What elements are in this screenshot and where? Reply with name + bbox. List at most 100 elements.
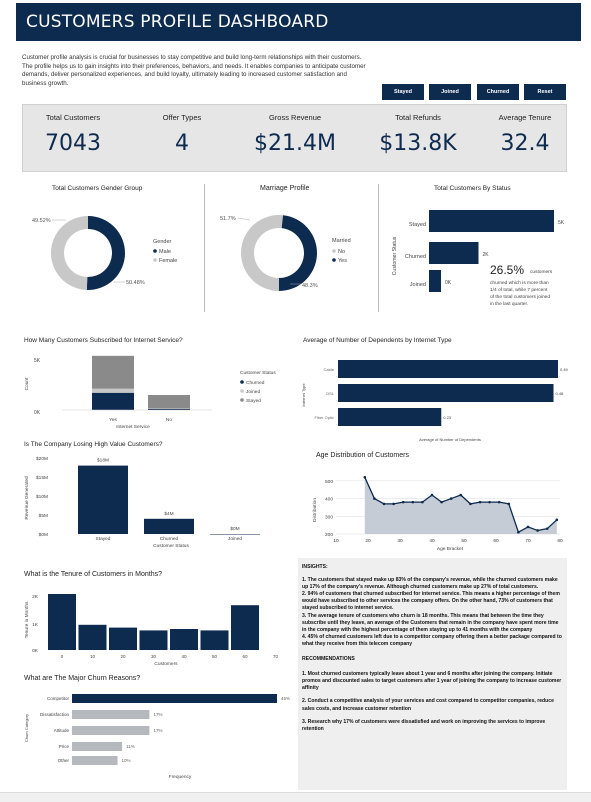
kpi-value: 7043 <box>45 131 101 156</box>
pie-slice-female <box>50 216 88 290</box>
data-label: 45% <box>281 696 290 701</box>
axis-title-x: Internet Service <box>116 424 150 430</box>
bar <box>139 630 168 650</box>
pie-slice-no <box>241 215 284 291</box>
age-distribution-chart: Distribution 500 400 300 20010 20 30 40 50 60 70 8… <box>312 476 563 552</box>
data-point <box>459 493 463 497</box>
data-point <box>545 527 549 530</box>
tick-label-y: 200 <box>325 532 333 538</box>
insights-panel: INSIGHTS: 1. The customers that stayed m… <box>298 558 567 790</box>
marriage-donut-chart: Married No Yes 51.7% 48.3% <box>220 215 351 291</box>
kpi-value: 4 <box>175 131 189 156</box>
bar <box>429 270 442 292</box>
tick-label-y: Dissatisfaction <box>40 712 70 717</box>
tick-label-x: 10 <box>90 654 96 659</box>
tick-label-x: 50 <box>212 654 218 659</box>
data-label-female: 49.52% <box>32 218 51 224</box>
bar-segment-stayed <box>92 355 134 389</box>
data-label-male: 50.48% <box>126 280 145 286</box>
gender-donut-chart: Gender Male Female 49.52% 50.48% <box>32 216 177 290</box>
data-label: $4M <box>164 511 173 517</box>
bar <box>72 726 150 735</box>
chart-title: Is The Company Losing High Value Custome… <box>24 441 163 448</box>
tick-label-y: Cable <box>324 367 335 372</box>
insight-item: 2. 94% of customers that churned subscri… <box>302 591 560 612</box>
status-note-line: churned which is more than <box>490 280 549 286</box>
axis-title-y: Tenure in Months <box>24 601 30 638</box>
axis-title-y: Count <box>24 377 30 390</box>
legend-label-churned: Churned <box>246 380 265 386</box>
data-point <box>517 530 520 534</box>
legend-dot-no <box>332 249 336 253</box>
area-fill <box>364 477 557 534</box>
tick-label-x: 10 <box>333 538 339 544</box>
tick-label-x: 40 <box>429 538 435 544</box>
bar <box>231 605 259 650</box>
tenure-bar-chart: Tenure in Months 2K 1K 0K 0 10 20 30 40 50 60 70 C… <box>24 594 278 667</box>
footer-strip <box>0 792 591 802</box>
kpi-label: Average Tenure <box>498 113 552 122</box>
tick-label-y: 2K <box>32 594 39 600</box>
tick-label-y: Other <box>58 758 70 763</box>
legend-dot-joined <box>240 389 244 393</box>
reset-button[interactable]: Reset <box>524 84 566 100</box>
page-title: CUSTOMERS PROFILE DASHBOARD <box>26 12 329 32</box>
axis-title-y: Revenue Generated <box>24 476 30 520</box>
status-note-line: customers <box>530 269 553 275</box>
legend-label-male: Male <box>159 249 171 255</box>
kpi-label: Total Customers <box>45 113 101 122</box>
data-point <box>478 500 482 504</box>
tick-label-y: $10M <box>36 494 48 500</box>
bar <box>170 629 198 650</box>
data-point <box>392 502 395 506</box>
data-label-yes: 48.3% <box>302 283 318 289</box>
bar <box>72 694 277 703</box>
insight-item: 4. 45% of churned customers left due to … <box>302 633 562 647</box>
axis-title-y: Internet Type <box>301 383 306 407</box>
bar <box>78 465 128 534</box>
data-label: $0M <box>230 526 239 532</box>
bar <box>338 384 554 402</box>
status-note-pct: 26.5% <box>490 263 524 277</box>
legend-title: Customer Status <box>240 370 276 376</box>
bar <box>72 756 118 765</box>
legend-dot-yes <box>332 258 336 262</box>
data-point <box>430 493 434 497</box>
tick-label-y: $20M <box>36 456 48 462</box>
churn-reasons-chart: Churn Category Competitor 45% Dissatisfact… <box>24 694 290 780</box>
data-point <box>449 497 453 500</box>
data-point <box>555 518 559 522</box>
kpi-label: Gross Revenue <box>268 113 322 122</box>
legend-title: Gender <box>153 239 172 245</box>
chart-title: Total Customers Gender Group <box>52 185 143 192</box>
tick-label-x: 20 <box>365 538 371 544</box>
churned-button[interactable]: Churned <box>477 84 519 100</box>
intro-paragraph: Customer profile analysis is crucial for… <box>22 54 366 87</box>
chart-title: How Many Customers Subscribed for Intern… <box>24 337 183 344</box>
data-label-no: 51.7% <box>220 216 236 222</box>
data-point <box>401 500 405 504</box>
bar-segment-stayed <box>148 395 190 409</box>
chart-title: Age Distribution of Customers <box>316 452 409 459</box>
bar <box>72 710 150 719</box>
tick-label-x: 0 <box>61 654 64 659</box>
recommendation-item: 2. Conduct a competitive analysis of you… <box>302 698 554 712</box>
data-point <box>373 497 376 500</box>
data-point <box>421 500 424 504</box>
data-point <box>469 502 472 506</box>
status-bar-chart: Customer Status Stayed 5K Churned 2K Joined 0… <box>392 210 565 307</box>
kpi-label: Total Refunds <box>395 113 441 122</box>
stayed-button[interactable]: Stayed <box>382 84 424 100</box>
kpi-value: $21.4M <box>254 131 336 156</box>
kpi-label: Offer Types <box>162 113 202 122</box>
bar <box>48 594 76 650</box>
chart-title: What are The Major Churn Reasons? <box>24 675 141 682</box>
tick-label-y: 300 <box>325 514 333 520</box>
bar <box>338 408 442 426</box>
revenue-bar-chart: Revenue Generated $20M $15M $10M $5M $0M $18… <box>24 456 260 549</box>
tick-label-x: 60 <box>242 654 248 659</box>
bar <box>109 627 137 650</box>
joined-button[interactable]: Joined <box>429 84 471 100</box>
chart-title: Marriage Profile <box>260 185 310 192</box>
tick-label-x: 20 <box>120 654 126 659</box>
